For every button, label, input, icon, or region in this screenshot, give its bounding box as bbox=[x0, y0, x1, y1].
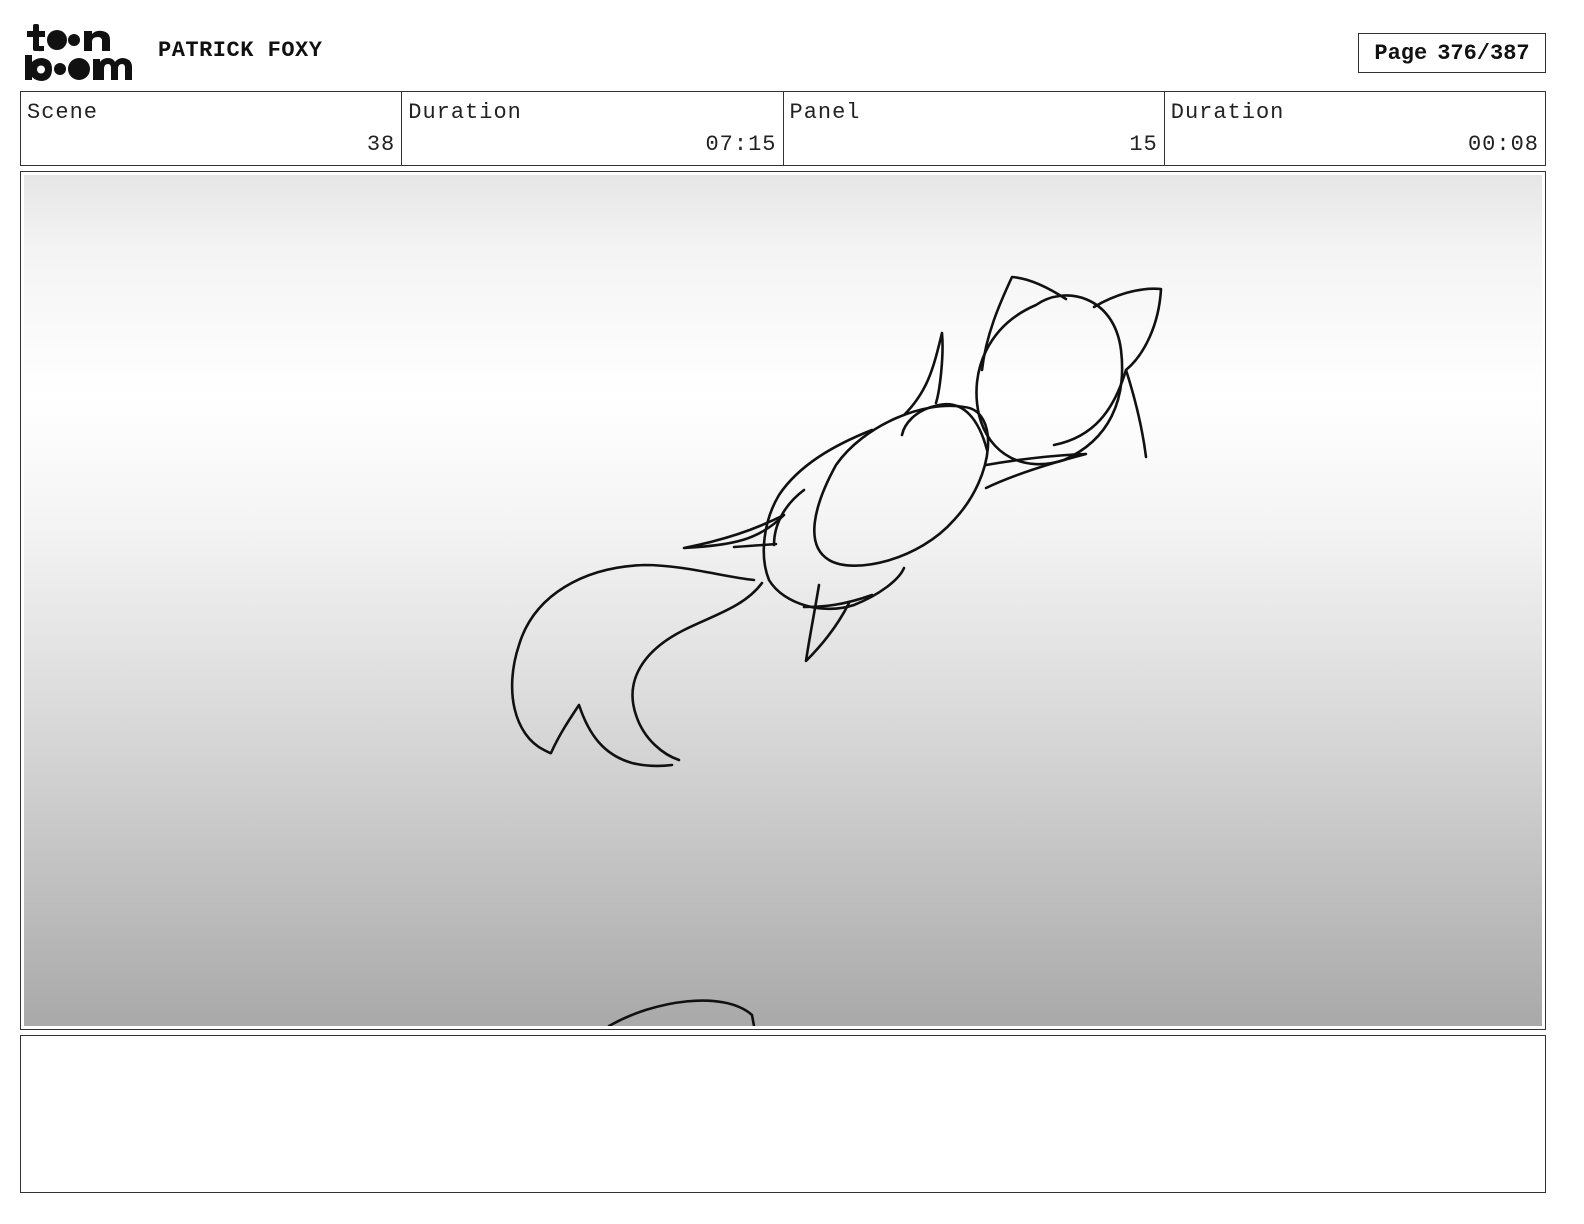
scene-duration-value: 07:15 bbox=[705, 132, 777, 157]
panel-notes-box bbox=[20, 1035, 1546, 1193]
scene-value: 38 bbox=[366, 132, 396, 157]
panel-value: 15 bbox=[1129, 132, 1158, 157]
fox-sketch-drawing bbox=[510, 275, 1163, 1026]
storyboard-panel-frame bbox=[20, 171, 1546, 1030]
scene-cell: Scene 38 bbox=[21, 92, 403, 165]
fox-snout-stroke bbox=[984, 452, 1088, 490]
storyboard-panel-image bbox=[24, 175, 1542, 1026]
scene-duration-label: Duration bbox=[408, 100, 522, 125]
fox-tail-stroke bbox=[510, 563, 756, 755]
fox-right-ear-stroke bbox=[1092, 287, 1163, 459]
fox-left-ear-stroke bbox=[980, 275, 1068, 372]
fox-head-stroke bbox=[975, 294, 1124, 466]
fox-leg-stroke bbox=[804, 583, 851, 663]
panel-duration-value: 00:08 bbox=[1467, 132, 1539, 157]
fox-back-stroke bbox=[902, 331, 944, 417]
panel-label: Panel bbox=[789, 100, 861, 125]
page-indicator: Page 376/387 bbox=[1358, 33, 1546, 73]
scene-duration-cell: Duration 07:15 bbox=[402, 92, 784, 165]
panel-duration-cell: Duration 00:08 bbox=[1165, 92, 1545, 165]
panel-cell: Panel 15 bbox=[784, 92, 1165, 165]
project-title: PATRICK FOXY bbox=[158, 38, 323, 63]
fox-hind-stroke-4 bbox=[732, 542, 778, 549]
scene-info-table: Scene 38 Duration 07:15 Panel 15 Duratio… bbox=[20, 91, 1546, 166]
fox-hind-stroke bbox=[762, 428, 906, 611]
fox-tail-stroke-2 bbox=[631, 581, 764, 762]
panel-duration-label: Duration bbox=[1170, 100, 1285, 125]
toon-boom-logo bbox=[22, 22, 138, 84]
page-label: Page bbox=[1374, 40, 1428, 66]
fox-tail-stroke-3 bbox=[549, 703, 674, 768]
scene-label: Scene bbox=[27, 100, 99, 125]
fox-bottom-arc-stroke bbox=[607, 999, 756, 1026]
page-number: 376/387 bbox=[1437, 40, 1530, 66]
fox-body-stroke bbox=[813, 404, 990, 567]
